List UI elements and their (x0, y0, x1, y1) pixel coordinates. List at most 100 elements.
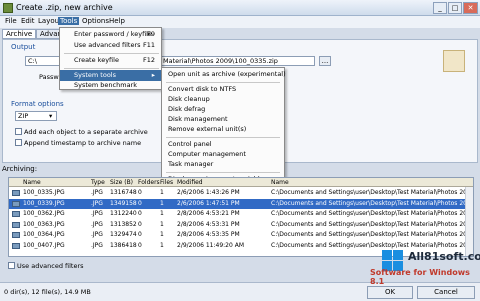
output-path-tail[interactable]: Material\Photos 2009\100_0335.zip (161, 56, 315, 66)
col-folders[interactable]: Folders (138, 179, 160, 186)
cell-path: C:\Documents and Settings\user\Desktop\T… (271, 231, 474, 238)
cell-type: .JPG (91, 241, 103, 249)
cell-folders: 0 (138, 199, 142, 207)
menu-help[interactable]: Help (107, 17, 127, 25)
menu-separator (166, 172, 280, 173)
menu-item-enter-password[interactable]: Enter password / keyfile F9 (60, 29, 161, 40)
format-options-label: Format options (11, 100, 64, 108)
system-tools-submenu: Open unit as archive (experimental) Conv… (161, 67, 286, 188)
menu-item-task-manager[interactable]: Task manager (162, 159, 284, 170)
menu-item-advanced-filters[interactable]: Use advanced filters F11 (60, 40, 161, 51)
cancel-button[interactable]: Cancel (417, 286, 475, 299)
image-file-icon (12, 242, 20, 249)
cell-modified: 2/8/2006 4:53:31 PM (177, 220, 240, 228)
cell-path: C:\Documents and Settings\user\Desktop\T… (271, 241, 474, 249)
menu-separator (64, 68, 159, 69)
close-button[interactable]: ✕ (463, 2, 478, 14)
archiving-grid: Name Type Size (B) Folders Files Modifie… (8, 177, 474, 257)
cell-modified: 2/6/2006 1:47:51 PM (177, 199, 240, 207)
col-modified[interactable]: Modified (177, 179, 203, 186)
tools-menu: Enter password / keyfile F9 Use advanced … (59, 27, 162, 90)
advanced-filters-checkbox[interactable] (8, 262, 15, 269)
window-title: Create .zip, new archive (16, 3, 113, 12)
menu-item-create-keyfile[interactable]: Create keyfile F12 (60, 55, 161, 66)
menu-tools[interactable]: Tools (58, 17, 80, 25)
menu-item-system-benchmark[interactable]: System benchmark (60, 80, 161, 91)
table-row[interactable]: 100_0362.JPG .JPG 1312240 0 1 2/8/2006 4:53:2… (9, 209, 474, 219)
cell-path: C:\Documents and Settings\user\Desktop\T… (271, 199, 474, 207)
cell-path: C:\Documents and Settings\user\Desktop\T… (271, 189, 474, 196)
archive-folder-icon (443, 50, 465, 72)
col-files[interactable]: Files (160, 179, 173, 186)
menu-separator (166, 137, 280, 138)
cell-files: 1 (160, 199, 164, 207)
menu-separator (64, 53, 159, 54)
cell-modified: 2/6/2006 1:43:26 PM (177, 189, 240, 196)
cell-folders: 0 (138, 220, 142, 228)
col-type[interactable]: Type (91, 179, 105, 186)
cell-type: .JPG (91, 210, 103, 217)
cell-folders: 0 (138, 189, 142, 196)
maximize-button[interactable]: □ (448, 2, 462, 14)
image-file-icon (12, 200, 20, 207)
image-file-icon (12, 232, 20, 238)
cell-name: 100_0364.JPG (23, 231, 65, 238)
cell-files: 1 (160, 210, 164, 217)
output-label: Output (11, 43, 36, 51)
table-row[interactable]: 100_0363.JPG .JPG 1313852 0 1 2/8/2006 4:53:3… (9, 220, 474, 230)
table-row[interactable]: 100_0364.JPG .JPG 1329474 0 1 2/8/2006 4:53:3… (9, 230, 474, 240)
cancel-label: Cancel (434, 288, 458, 296)
cell-path: C:\Documents and Settings\user\Desktop\T… (271, 220, 474, 228)
browse-button[interactable]: ... (319, 56, 331, 66)
ok-button[interactable]: OK (367, 286, 413, 299)
menu-edit[interactable]: Edit (19, 17, 37, 25)
cell-folders: 0 (138, 210, 142, 217)
col-size[interactable]: Size (B) (110, 179, 133, 186)
cell-type: .JPG (91, 189, 103, 196)
cell-size: 1386418 (110, 241, 137, 249)
archiving-label: Archiving: (2, 165, 38, 173)
cell-folders: 0 (138, 241, 142, 249)
watermark-tagline: Software for Windows 8.1 (370, 268, 470, 286)
cell-files: 1 (160, 241, 164, 249)
menu-item-open-unit[interactable]: Open unit as archive (experimental) (162, 69, 286, 80)
grid-scrollbar[interactable] (465, 187, 473, 256)
menu-item-remove-external[interactable]: Remove external unit(s) (162, 124, 284, 135)
table-row[interactable]: 100_0335.JPG .JPG 1316748 0 1 2/6/2006 1:43:2… (9, 188, 474, 198)
cell-size: 1313852 (110, 220, 137, 228)
cell-name: 100_0339.JPG (23, 199, 65, 207)
minimize-button[interactable]: _ (433, 2, 447, 14)
image-file-icon (12, 190, 20, 196)
app-icon (3, 3, 13, 13)
cell-modified: 2/8/2006 4:53:35 PM (177, 231, 240, 238)
cell-name: 100_0362.JPG (23, 210, 65, 217)
table-row[interactable]: 100_0407.JPG .JPG 1386418 0 1 2/9/2006 11:49:… (9, 241, 474, 251)
cell-size: 1316748 (110, 189, 137, 196)
advanced-filters-label: Use advanced filters (17, 262, 84, 270)
watermark-site: All81soft.com (408, 250, 480, 263)
image-file-icon (12, 221, 20, 228)
cell-size: 1349158 (110, 199, 137, 207)
append-timestamp-label: Append timestamp to archive name (24, 139, 142, 147)
image-file-icon (12, 211, 20, 217)
col-name[interactable]: Name (23, 179, 41, 186)
chevron-down-icon[interactable]: ▾ (49, 112, 52, 120)
ok-label: OK (384, 288, 396, 296)
cell-size: 1329474 (110, 231, 137, 238)
tab-archive[interactable]: Archive (2, 29, 37, 39)
status-text: 0 dir(s), 12 file(s), 14.9 MB (4, 288, 91, 296)
grid-header: Name Type Size (B) Folders Files Modifie… (9, 178, 473, 187)
cell-type: .JPG (91, 231, 103, 238)
cell-name: 100_0407.JPG (23, 241, 65, 249)
table-row[interactable]: 100_0339.JPG .JPG 1349158 0 1 2/6/2006 1:47:5… (9, 198, 474, 209)
cell-files: 1 (160, 231, 164, 238)
add-each-label: Add each object to a separate archive (24, 128, 148, 136)
col-path[interactable]: Name (271, 179, 289, 186)
cell-path: C:\Documents and Settings\user\Desktop\T… (271, 210, 474, 217)
menu-file[interactable]: File (3, 17, 19, 25)
cell-type: .JPG (91, 220, 103, 228)
add-each-checkbox[interactable] (15, 128, 22, 135)
cell-size: 1312240 (110, 210, 137, 217)
cell-files: 1 (160, 189, 164, 196)
append-timestamp-checkbox[interactable] (15, 139, 22, 146)
